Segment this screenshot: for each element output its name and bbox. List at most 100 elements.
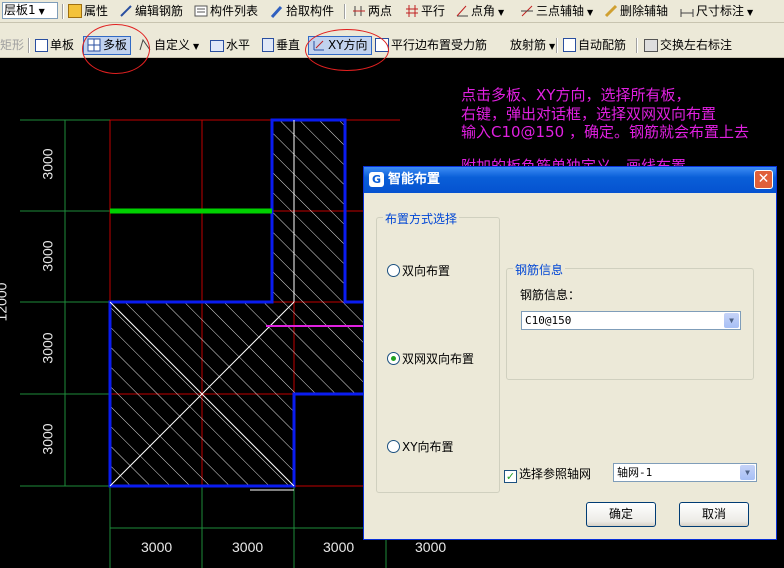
layout-mode-group: 布置方式选择 双向布置 双网双向布置 XY向布置 bbox=[376, 210, 500, 493]
rebar-info-group-label: 钢筋信息 bbox=[513, 261, 566, 278]
single-slab-icon bbox=[35, 39, 48, 52]
toolbar-separator bbox=[28, 38, 30, 53]
ok-button[interactable]: 确定 bbox=[586, 502, 656, 527]
single-slab-label: 单板 bbox=[50, 38, 75, 52]
pick-component-button[interactable]: 拾取构件 bbox=[270, 3, 334, 20]
check-icon: ✓ bbox=[504, 470, 517, 483]
chevron-down-icon: ▼ bbox=[587, 8, 594, 17]
rect-button[interactable]: 矩形 bbox=[0, 37, 24, 54]
ref-axis-label: 选择参照轴网 bbox=[519, 467, 592, 481]
cancel-button[interactable]: 取消 bbox=[679, 502, 749, 527]
app-icon: G bbox=[369, 172, 384, 187]
custom-label: 自定义 bbox=[154, 38, 191, 52]
axis-grid-value: 轴网-1 bbox=[617, 466, 653, 479]
layer-select-value: 层板1 bbox=[4, 3, 36, 17]
close-icon: ✕ bbox=[757, 171, 770, 187]
vertical-icon bbox=[262, 38, 274, 52]
parallel-edge-label: 平行边布置受力筋 bbox=[391, 38, 488, 52]
two-points-button[interactable]: 两点 bbox=[352, 3, 392, 20]
horizontal-label: 水平 bbox=[226, 38, 251, 52]
toolbar-separator bbox=[62, 4, 64, 19]
radial-rebar-label: 放射筋 bbox=[510, 38, 547, 52]
dimension-button[interactable]: 尺寸标注 ▼ bbox=[680, 3, 753, 20]
dialog-title-bar[interactable]: G 智能布置 ✕ bbox=[364, 167, 776, 193]
close-button[interactable]: ✕ bbox=[754, 170, 773, 189]
edit-rebar-button[interactable]: 编辑钢筋 bbox=[119, 3, 183, 20]
pick-component-label: 拾取构件 bbox=[286, 4, 335, 18]
rebar-info-label: 钢筋信息： bbox=[520, 288, 581, 302]
dialog-title: 智能布置 bbox=[388, 172, 441, 187]
swap-label-button[interactable]: 交换左右标注 bbox=[644, 37, 732, 54]
horizontal-button[interactable]: 水平 bbox=[210, 37, 250, 54]
dimension-icon bbox=[680, 4, 694, 18]
pencil-icon bbox=[119, 4, 133, 18]
radio-double-net[interactable]: 双网双向布置 bbox=[387, 350, 474, 367]
chevron-down-icon: ▼ bbox=[498, 8, 505, 17]
dimension-bottom-2: 3000 bbox=[232, 539, 264, 555]
chevron-down-icon: ▼ bbox=[549, 42, 556, 51]
swap-icon bbox=[644, 39, 658, 52]
radio-bidirectional[interactable]: 双向布置 bbox=[387, 262, 450, 279]
dimension-left-4: 3000 bbox=[39, 423, 56, 455]
layer-select[interactable]: 层板1 ▼ bbox=[2, 2, 58, 19]
three-point-axis-button[interactable]: 三点辅轴 ▼ bbox=[520, 3, 593, 20]
rect-label: 矩形 bbox=[0, 38, 25, 52]
component-list-button[interactable]: 构件列表 bbox=[194, 3, 258, 20]
dimension-bottom-4: 3000 bbox=[415, 539, 447, 555]
radio-circle bbox=[387, 264, 400, 277]
point-angle-button[interactable]: 点角 ▼ bbox=[455, 3, 504, 20]
delete-axis-label: 删除辅轴 bbox=[620, 4, 669, 18]
chevron-down-icon: ▼ bbox=[38, 7, 45, 16]
auto-rebar-button[interactable]: 自动配筋 bbox=[563, 37, 626, 54]
chevron-down-icon[interactable]: ▼ bbox=[724, 313, 739, 328]
rebar-info-combo[interactable]: C10@150 ▼ bbox=[521, 311, 741, 330]
two-points-label: 两点 bbox=[368, 4, 393, 18]
component-list-label: 构件列表 bbox=[210, 4, 259, 18]
dimension-label: 尺寸标注 bbox=[696, 4, 745, 18]
chevron-down-icon: ▼ bbox=[747, 8, 754, 17]
properties-icon bbox=[68, 4, 82, 18]
rebar-info-group: 钢筋信息 钢筋信息： C10@150 ▼ bbox=[506, 261, 754, 380]
parallel-edge-button[interactable]: 平行边布置受力筋 bbox=[375, 37, 487, 54]
single-slab-button[interactable]: 单板 bbox=[35, 37, 74, 54]
pick-icon bbox=[270, 4, 284, 19]
horizontal-icon bbox=[210, 40, 224, 52]
delete-axis-button[interactable]: 删除辅轴 bbox=[604, 3, 668, 20]
parallel-icon bbox=[405, 4, 419, 18]
radio-xy[interactable]: XY向布置 bbox=[387, 438, 454, 455]
swap-label-label: 交换左右标注 bbox=[660, 38, 733, 52]
chevron-down-icon: ▼ bbox=[193, 42, 200, 51]
toolbar-separator bbox=[556, 38, 558, 53]
axis-grid-combo[interactable]: 轴网-1 ▼ bbox=[613, 463, 757, 482]
radio-xy-label: XY向布置 bbox=[402, 440, 454, 454]
eraser-icon bbox=[604, 4, 618, 18]
radio-circle-selected bbox=[387, 352, 400, 365]
parallel-label: 平行 bbox=[421, 4, 446, 18]
vertical-label: 垂直 bbox=[276, 38, 301, 52]
radial-rebar-button[interactable]: 放射筋 ▼ bbox=[510, 37, 555, 54]
auto-rebar-icon bbox=[563, 38, 576, 52]
dimension-bottom-1: 3000 bbox=[141, 539, 173, 555]
radio-bidirectional-label: 双向布置 bbox=[402, 264, 451, 278]
ref-axis-checkbox[interactable]: ✓ 选择参照轴网 bbox=[504, 465, 591, 483]
instruction-line-1: 点击多板、XY方向，选择所有板， bbox=[461, 86, 691, 104]
layout-mode-group-label: 布置方式选择 bbox=[383, 210, 460, 227]
two-points-icon bbox=[352, 4, 366, 18]
list-icon bbox=[194, 4, 208, 18]
point-angle-label: 点角 bbox=[471, 4, 496, 18]
chevron-down-icon[interactable]: ▼ bbox=[740, 465, 755, 480]
dimension-left-2: 3000 bbox=[39, 240, 56, 272]
edit-rebar-label: 编辑钢筋 bbox=[135, 4, 184, 18]
parallel-button[interactable]: 平行 bbox=[405, 3, 445, 20]
rebar-info-value: C10@150 bbox=[525, 314, 572, 327]
toolbar-separator bbox=[636, 38, 638, 53]
properties-button[interactable]: 属性 bbox=[68, 3, 108, 20]
vertical-button[interactable]: 垂直 bbox=[262, 37, 300, 54]
auto-rebar-label: 自动配筋 bbox=[578, 38, 627, 52]
dimension-bottom-3: 3000 bbox=[323, 539, 355, 555]
smart-layout-dialog: G 智能布置 ✕ 布置方式选择 双向布置 双网双向布置 XY向布置 钢筋信息 钢… bbox=[363, 166, 777, 540]
radio-circle bbox=[387, 440, 400, 453]
dimension-left-3: 3000 bbox=[39, 332, 56, 364]
three-point-axis-label: 三点辅轴 bbox=[536, 4, 585, 18]
radio-double-net-label: 双网双向布置 bbox=[402, 352, 475, 366]
